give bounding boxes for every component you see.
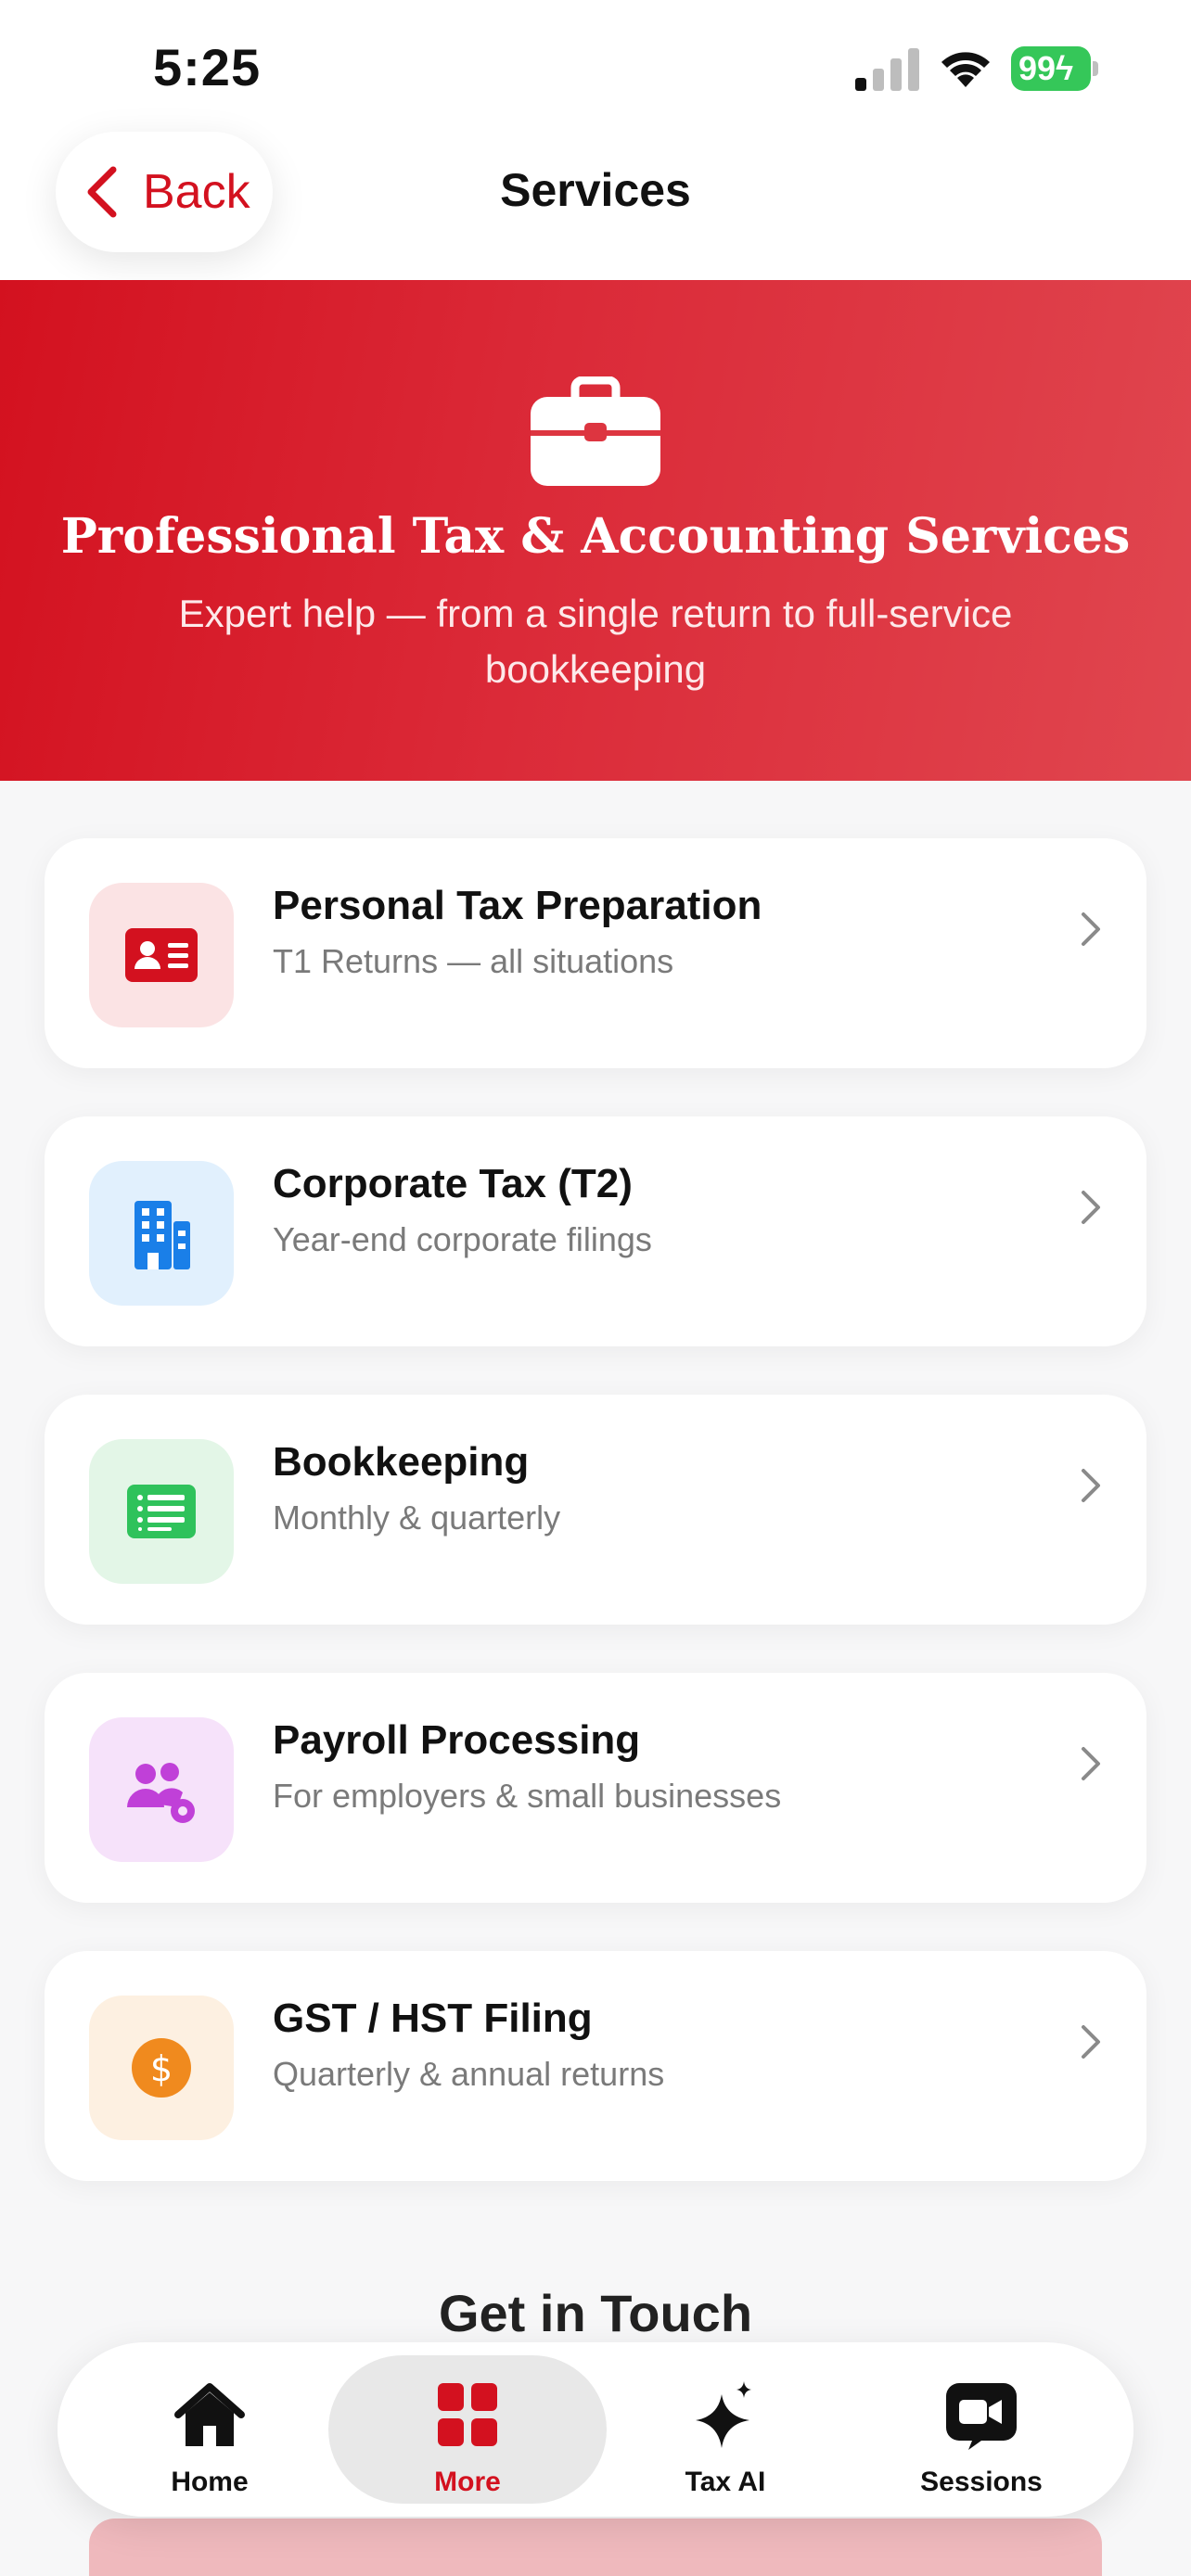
id-card-icon [125, 928, 198, 982]
get-in-touch-heading: Get in Touch [438, 2284, 753, 2342]
building-icon [134, 1201, 190, 1269]
tab-home[interactable]: Home [70, 2355, 349, 2504]
tab-sessions[interactable]: Sessions [842, 2355, 1121, 2504]
service-title: Bookkeeping [273, 1439, 530, 1485]
status-time: 5:25 [153, 38, 262, 96]
cellular-signal-icon [855, 48, 919, 91]
service-subtitle: Year-end corporate filings [273, 1220, 652, 1258]
tab-label: Tax AI [685, 2467, 766, 2497]
chevron-right-icon [1082, 912, 1100, 946]
service-title: Personal Tax Preparation [273, 883, 762, 928]
service-subtitle: Monthly & quarterly [273, 1498, 561, 1537]
hero-banner: Professional Tax & Accounting Services E… [0, 280, 1191, 781]
sparkle-icon [696, 2381, 751, 2448]
nav-header: Back Services [0, 130, 1191, 280]
chevron-right-icon [1082, 1747, 1100, 1780]
chevron-right-icon [1082, 2025, 1100, 2059]
service-card-gst-hst[interactable]: $ GST / HST Filing Quarterly & annual re… [45, 1951, 1146, 2181]
service-title: Corporate Tax (T2) [273, 1161, 633, 1206]
service-icon-tile: $ [89, 1996, 234, 2140]
charging-bolt-icon: ϟ [1056, 49, 1074, 87]
services-list: Personal Tax Preparation T1 Returns — al… [45, 838, 1146, 2229]
tab-bar: Home More Tax AI Sessions [58, 2342, 1133, 2517]
service-title: GST / HST Filing [273, 1996, 593, 2041]
video-icon [946, 2383, 1017, 2450]
svg-text:$: $ [150, 2048, 173, 2089]
service-card-personal-tax[interactable]: Personal Tax Preparation T1 Returns — al… [45, 838, 1146, 1068]
service-icon-tile [89, 1161, 234, 1306]
ledger-icon [127, 1485, 196, 1538]
service-subtitle: For employers & small businesses [273, 1777, 782, 1815]
status-bar: 5:25 99ϟ [0, 0, 1191, 130]
tab-label: Sessions [920, 2467, 1043, 2497]
battery-icon: 99ϟ [1011, 46, 1100, 91]
chevron-right-icon [1082, 1191, 1100, 1224]
tab-label: Home [171, 2467, 249, 2497]
hero-subtitle: Expert help — from a single return to fu… [178, 592, 1013, 691]
wifi-icon [941, 52, 990, 87]
chevron-right-icon [1082, 1469, 1100, 1502]
tab-label: More [434, 2467, 501, 2497]
dollar-coin-icon: $ [132, 2038, 191, 2098]
service-subtitle: Quarterly & annual returns [273, 2055, 665, 2093]
battery-level: 99 [1018, 49, 1057, 87]
service-icon-tile [89, 883, 234, 1027]
service-icon-tile [89, 1717, 234, 1862]
service-card-bookkeeping[interactable]: Bookkeeping Monthly & quarterly [45, 1395, 1146, 1625]
service-subtitle: T1 Returns — all situations [273, 942, 674, 980]
service-title: Payroll Processing [273, 1717, 641, 1763]
people-gear-icon [127, 1763, 195, 1823]
page-title: Services [500, 164, 691, 216]
grid-icon [438, 2383, 497, 2446]
service-card-corporate-tax[interactable]: Corporate Tax (T2) Year-end corporate fi… [45, 1116, 1146, 1346]
hero-title: Professional Tax & Accounting Services [60, 508, 1131, 565]
service-icon-tile [89, 1439, 234, 1584]
service-card-payroll[interactable]: Payroll Processing For employers & small… [45, 1673, 1146, 1903]
contact-button[interactable] [89, 2519, 1102, 2576]
tab-more[interactable]: More [328, 2355, 607, 2504]
tab-tax-ai[interactable]: Tax AI [586, 2355, 864, 2504]
briefcase-icon [531, 376, 660, 486]
home-icon [174, 2383, 245, 2446]
